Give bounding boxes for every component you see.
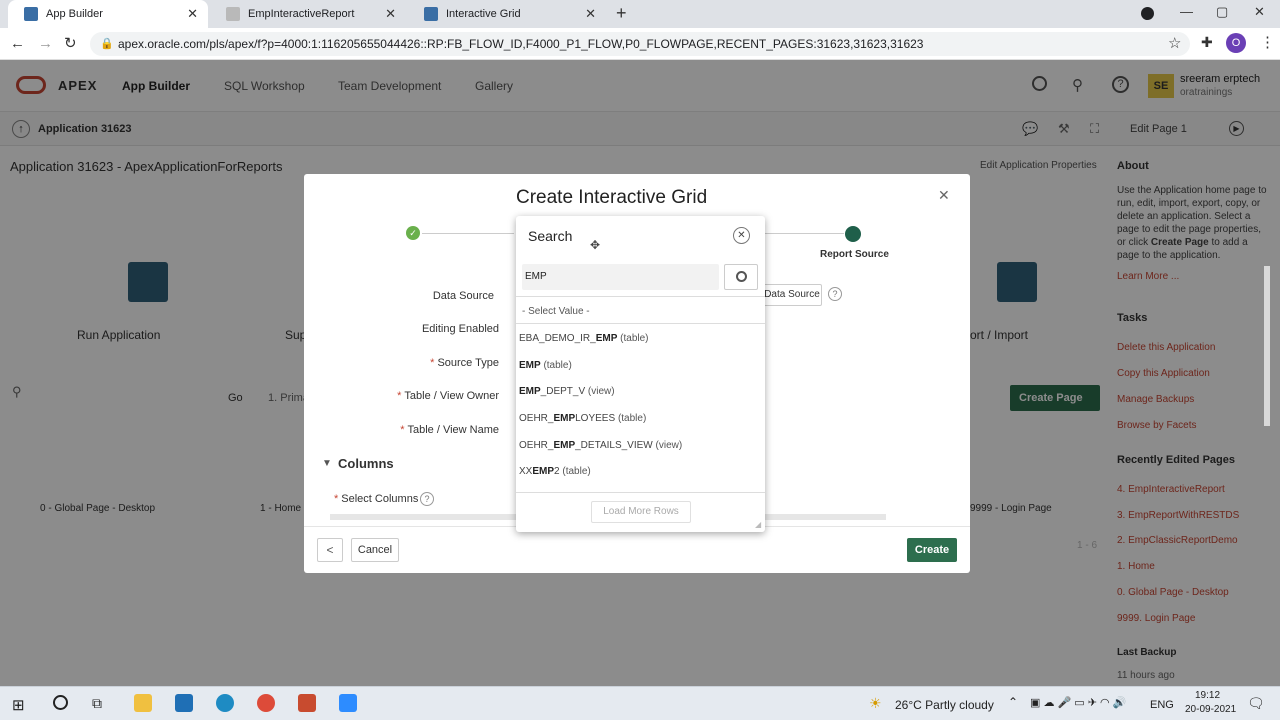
- close-window-icon[interactable]: ✕: [1254, 4, 1265, 20]
- load-more-rows-button[interactable]: Load More Rows: [591, 501, 691, 523]
- help-icon[interactable]: ?: [420, 492, 434, 506]
- tab-label: Interactive Grid: [446, 8, 521, 20]
- windows-start-icon[interactable]: ⊞: [12, 696, 25, 714]
- dialog-title: Create Interactive Grid: [516, 187, 708, 208]
- resize-handle-icon[interactable]: ◢: [755, 520, 761, 529]
- back-arrow-icon[interactable]: ←: [10, 35, 25, 52]
- powerpoint-icon[interactable]: [298, 694, 316, 712]
- close-popup-icon[interactable]: ✕: [733, 227, 750, 244]
- zoom-icon[interactable]: [339, 694, 357, 712]
- divider: [516, 323, 765, 324]
- page-favicon-icon: [226, 7, 240, 21]
- file-explorer-icon[interactable]: [134, 694, 152, 712]
- tab-app-builder[interactable]: App Builder ✕: [8, 0, 208, 28]
- back-button[interactable]: <: [317, 538, 343, 562]
- search-button[interactable]: [724, 264, 758, 290]
- source-type-label: * Source Type: [430, 357, 499, 369]
- list-item[interactable]: EMP_DEPT_V (view): [519, 386, 615, 397]
- close-dialog-icon[interactable]: ✕: [938, 187, 950, 204]
- maximize-icon[interactable]: ▢: [1216, 4, 1228, 20]
- task-view-icon[interactable]: ⧉: [92, 695, 102, 712]
- new-tab-button[interactable]: +: [616, 3, 627, 24]
- help-icon[interactable]: ?: [828, 287, 842, 301]
- list-item[interactable]: EBA_DEMO_IR_EMP (table): [519, 333, 649, 344]
- search-lov-popup: Search ✥ ✕ EMP - Select Value - EBA_DEMO…: [516, 216, 765, 532]
- tab-label: App Builder: [46, 8, 103, 20]
- step-report-source-label: Report Source: [820, 249, 889, 260]
- tray-icons[interactable]: ▣ ☁ 🎤 ▭ ✈ ◠ 🔊: [1030, 696, 1126, 709]
- windows-taskbar: ⊞ ⧉ ☀ 26°C Partly cloudy ⌃ ▣ ☁ 🎤 ▭ ✈ ◠ 🔊…: [0, 686, 1280, 720]
- tray-chevron-icon[interactable]: ⌃: [1008, 695, 1018, 709]
- notification-icon[interactable]: 🗨: [1247, 695, 1265, 712]
- search-query: EMP: [525, 271, 547, 282]
- url-text: apex.oracle.com/pls/apex/f?p=4000:1:1162…: [118, 37, 924, 51]
- current-step-dot: [845, 226, 861, 242]
- weather-text[interactable]: 26°C Partly cloudy: [895, 698, 994, 712]
- search-icon[interactable]: [53, 695, 68, 710]
- browser-tab-strip: App Builder ✕ EmpInteractiveReport ✕ Int…: [0, 0, 1280, 28]
- tab-search-icon[interactable]: [1141, 7, 1154, 20]
- close-tab-icon[interactable]: ✕: [385, 7, 396, 20]
- extensions-icon[interactable]: ✚: [1201, 34, 1213, 51]
- address-bar[interactable]: 🔒 apex.oracle.com/pls/apex/f?p=4000:1:11…: [90, 32, 1190, 56]
- data-source-label: Data Source: [432, 290, 494, 302]
- cancel-button[interactable]: Cancel: [351, 538, 399, 562]
- divider: [516, 492, 765, 493]
- popup-title: Search: [528, 228, 573, 244]
- list-item[interactable]: OEHR_EMP_DETAILS_VIEW (view): [519, 440, 682, 451]
- select-columns-label: * Select Columns: [334, 493, 419, 505]
- vertical-scrollbar[interactable]: [1264, 266, 1270, 426]
- browser-menu-icon[interactable]: ⋮: [1260, 33, 1275, 51]
- wizard-progress-line: [764, 233, 844, 234]
- minimize-icon[interactable]: —: [1180, 4, 1193, 19]
- select-value-option[interactable]: - Select Value -: [522, 306, 590, 317]
- lock-icon: 🔒: [100, 38, 114, 50]
- move-cursor-icon: ✥: [590, 238, 601, 252]
- page-row-count: 1 - 6: [1077, 540, 1098, 551]
- editing-enabled-label: Editing Enabled: [421, 323, 499, 335]
- clock-time[interactable]: 19:12: [1195, 690, 1220, 701]
- search-icon: [736, 271, 747, 282]
- weather-icon: ☀: [869, 695, 882, 711]
- table-view-owner-label: * Table / View Owner: [397, 390, 499, 402]
- language-indicator[interactable]: ENG: [1150, 699, 1174, 711]
- edge-icon[interactable]: [216, 694, 234, 712]
- tab-interactive-grid[interactable]: Interactive Grid ✕: [408, 0, 606, 28]
- list-item[interactable]: XXEMP2 (table): [519, 466, 591, 477]
- clock-date[interactable]: 20-09-2021: [1185, 704, 1236, 715]
- forward-arrow-icon[interactable]: →: [38, 35, 53, 52]
- browser-toolbar: ← → ↻ 🔒 apex.oracle.com/pls/apex/f?p=400…: [0, 28, 1280, 60]
- wizard-progress-line: [422, 233, 514, 234]
- chrome-icon[interactable]: [257, 694, 275, 712]
- table-view-name-label: * Table / View Name: [400, 424, 499, 436]
- app-icon[interactable]: [175, 694, 193, 712]
- search-input[interactable]: EMP: [522, 264, 719, 290]
- create-button[interactable]: Create: [907, 538, 957, 562]
- close-tab-icon[interactable]: ✕: [187, 7, 198, 20]
- tab-label: EmpInteractiveReport: [248, 8, 355, 20]
- step-complete-check-icon: ✓: [406, 226, 420, 240]
- close-tab-icon[interactable]: ✕: [585, 7, 596, 20]
- apex-favicon-icon: [24, 7, 38, 21]
- apex-favicon-icon: [424, 7, 438, 21]
- profile-avatar[interactable]: O: [1226, 33, 1246, 53]
- dialog-footer: < Cancel Create: [304, 526, 970, 573]
- tab-emp-interactive-report[interactable]: EmpInteractiveReport ✕: [210, 0, 406, 28]
- list-item[interactable]: EMP (table): [519, 360, 572, 371]
- bookmark-star-icon[interactable]: ☆: [1168, 34, 1181, 52]
- collapse-chevron-icon[interactable]: ▼: [322, 458, 332, 469]
- data-source-button[interactable]: Data Source: [762, 284, 822, 306]
- columns-heading: Columns: [338, 456, 394, 471]
- reload-icon[interactable]: ↻: [64, 34, 77, 52]
- list-item[interactable]: OEHR_EMPLOYEES (table): [519, 413, 646, 424]
- divider: [516, 296, 765, 297]
